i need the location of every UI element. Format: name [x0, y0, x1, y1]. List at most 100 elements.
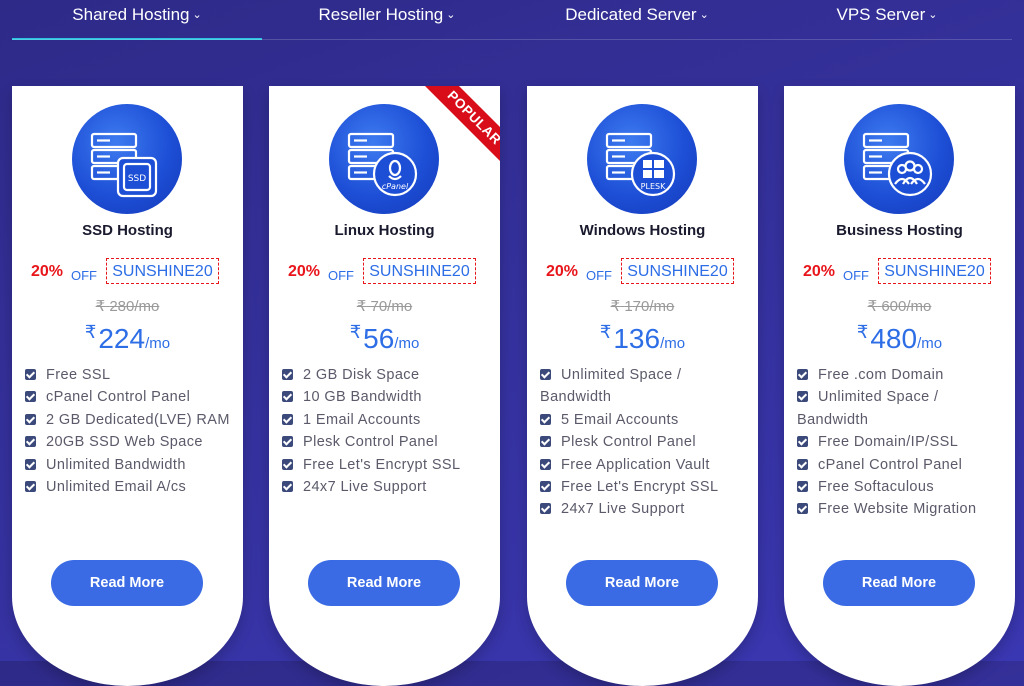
checkbox-icon: [25, 391, 36, 403]
original-price: ₹ 600/mo: [784, 297, 1015, 315]
checkbox-icon: [540, 458, 551, 470]
tab-dedicated-server[interactable]: Dedicated Server ⌄: [512, 0, 762, 38]
currency-symbol: ₹: [856, 322, 869, 342]
feature-item: 20GB SSD Web Space: [25, 431, 241, 453]
checkbox-icon: [282, 413, 293, 425]
feature-item: 2 GB Disk Space: [282, 364, 498, 386]
feature-item: Unlimited Space / Bandwidth: [540, 367, 682, 406]
feature-item: Free Softaculous: [797, 476, 1013, 498]
original-price: ₹ 70/mo: [269, 297, 500, 315]
hosting-type-nav: Shared Hosting ⌄ Reseller Hosting ⌄ Dedica…: [0, 0, 1024, 40]
checkbox-icon: [282, 436, 293, 448]
feature-item: 24x7 Live Support: [540, 498, 756, 520]
feature-item: Unlimited Space / Bandwidth: [797, 389, 939, 428]
plan-card-ssd-hosting: SSD SSD Hosting 20% OFF SUNSHINE20 ₹ 280…: [12, 86, 243, 686]
feature-item: 5 Email Accounts: [540, 409, 756, 431]
tab-label: Dedicated Server: [565, 5, 697, 24]
business-team-server-icon: [844, 104, 954, 214]
price-amount: 136: [613, 323, 661, 354]
plan-card-windows-hosting: PLESK Windows Hosting 20% OFF SUNSHINE20…: [527, 86, 758, 686]
icon-caption: cPanel: [382, 182, 409, 191]
read-more-button[interactable]: Read More: [823, 560, 975, 606]
checkbox-icon: [540, 481, 551, 493]
discount-percent: 20%: [288, 263, 321, 280]
chevron-down-icon: ⌄: [446, 9, 456, 21]
feature-item: 24x7 Live Support: [282, 476, 498, 498]
feature-item: Free Domain/IP/SSL: [797, 431, 1013, 453]
current-price: ₹56/mo: [269, 322, 500, 355]
tab-vps-server[interactable]: VPS Server ⌄: [762, 0, 1012, 38]
checkbox-icon: [797, 503, 808, 515]
feature-item: Unlimited Bandwidth: [25, 454, 241, 476]
read-more-button[interactable]: Read More: [308, 560, 460, 606]
original-price-value: 170/mo: [624, 298, 675, 315]
price-amount: 224: [98, 323, 146, 354]
icon-caption: PLESK: [641, 182, 666, 191]
discount-percent: 20%: [803, 263, 836, 280]
discount-offer: 20% OFF SUNSHINE20: [802, 258, 1012, 288]
original-price-value: 600/mo: [881, 298, 932, 315]
discount-off-label: OFF: [328, 268, 354, 283]
feature-item: Plesk Control Panel: [540, 431, 756, 453]
plesk-windows-server-icon: PLESK: [587, 104, 697, 214]
coupon-code[interactable]: SUNSHINE20: [878, 258, 991, 284]
checkbox-icon: [797, 436, 808, 448]
feature-item: Free Website Migration: [797, 498, 1013, 520]
checkbox-icon: [797, 481, 808, 493]
discount-offer: 20% OFF SUNSHINE20: [545, 258, 755, 288]
checkbox-icon: [25, 369, 36, 380]
discount-off-label: OFF: [843, 268, 869, 283]
ssd-server-icon: SSD: [72, 104, 182, 214]
read-more-button[interactable]: Read More: [51, 560, 203, 606]
chevron-down-icon: ⌄: [928, 9, 938, 21]
price-period: /mo: [394, 335, 420, 352]
current-price: ₹224/mo: [12, 322, 243, 355]
checkbox-icon: [25, 481, 36, 493]
discount-offer: 20% OFF SUNSHINE20: [287, 258, 497, 288]
tab-label: Reseller Hosting: [318, 5, 444, 24]
feature-item: Free .com Domain: [797, 364, 1013, 386]
original-price: ₹ 280/mo: [12, 297, 243, 315]
currency-symbol: ₹: [599, 322, 612, 342]
tab-reseller-hosting[interactable]: Reseller Hosting ⌄: [262, 0, 512, 38]
feature-item: Free Application Vault: [540, 454, 756, 476]
read-more-button[interactable]: Read More: [566, 560, 718, 606]
discount-off-label: OFF: [71, 268, 97, 283]
feature-item: cPanel Control Panel: [25, 386, 241, 408]
feature-item: Free SSL: [25, 364, 241, 386]
discount-offer: 20% OFF SUNSHINE20: [30, 258, 240, 288]
currency-symbol: ₹: [867, 298, 878, 315]
cpanel-linux-server-icon: cPanel: [329, 104, 439, 214]
tab-label: Shared Hosting: [72, 5, 190, 24]
checkbox-icon: [282, 369, 293, 380]
original-price: ₹ 170/mo: [527, 297, 758, 315]
coupon-code[interactable]: SUNSHINE20: [363, 258, 476, 284]
feature-list: 2 GB Disk Space 10 GB Bandwidth 1 Email …: [282, 364, 498, 498]
coupon-code[interactable]: SUNSHINE20: [621, 258, 734, 284]
checkbox-icon: [540, 436, 551, 448]
price-amount: 480: [870, 323, 918, 354]
original-price-value: 280/mo: [109, 298, 160, 315]
checkbox-icon: [540, 503, 551, 515]
discount-off-label: OFF: [586, 268, 612, 283]
checkbox-icon: [540, 369, 551, 380]
feature-item: Free Let's Encrypt SSL: [282, 454, 498, 476]
tab-shared-hosting[interactable]: Shared Hosting ⌄: [12, 0, 262, 40]
coupon-code[interactable]: SUNSHINE20: [106, 258, 219, 284]
plan-card-business-hosting: Business Hosting 20% OFF SUNSHINE20 ₹ 60…: [784, 86, 1015, 686]
feature-item: Plesk Control Panel: [282, 431, 498, 453]
currency-symbol: ₹: [84, 322, 97, 342]
checkbox-icon: [25, 458, 36, 470]
checkbox-icon: [282, 481, 293, 493]
feature-item: 1 Email Accounts: [282, 409, 498, 431]
feature-item: Unlimited Email A/cs: [25, 476, 241, 498]
currency-symbol: ₹: [356, 298, 367, 315]
price-period: /mo: [145, 335, 171, 352]
chevron-down-icon: ⌄: [192, 9, 202, 21]
checkbox-icon: [797, 369, 808, 380]
checkbox-icon: [282, 391, 293, 403]
feature-list: Free SSL cPanel Control Panel 2 GB Dedic…: [25, 364, 241, 498]
current-price: ₹480/mo: [784, 322, 1015, 355]
tab-label: VPS Server: [836, 5, 926, 24]
plan-card-linux-hosting: cPanel POPULAR Linux Hosting 20% OFF SUN…: [269, 86, 500, 686]
